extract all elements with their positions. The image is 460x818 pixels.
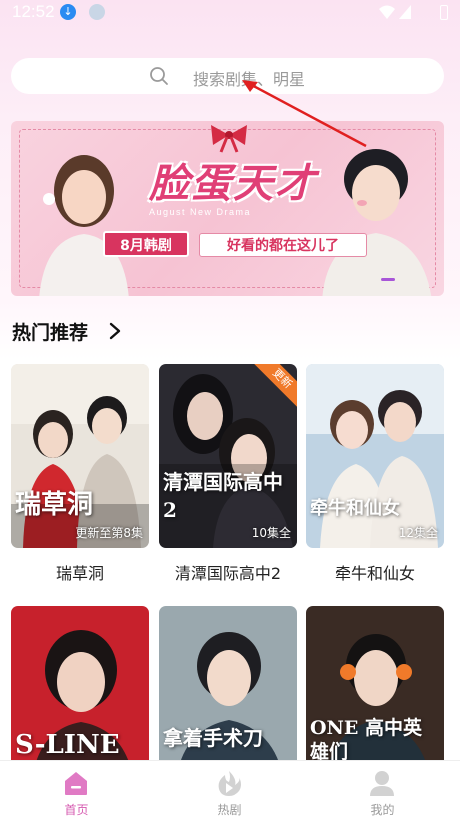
poster-image [306, 364, 444, 548]
search-placeholder: 搜索剧集、明星 [193, 70, 306, 89]
poster-title: ONE 高中英雄们 [310, 717, 423, 763]
banner-actress-image [39, 155, 129, 296]
status-bar: 12:52 ↓ [0, 0, 460, 26]
nav-home[interactable]: 首页 [0, 761, 153, 818]
poster-title: S-LINE [15, 730, 120, 760]
drama-poster[interactable]: 牵牛和仙女 12集全 [306, 364, 444, 548]
poster-title: 拿着手术刀 [163, 726, 263, 750]
search-icon [150, 67, 168, 85]
poster-title: 牵牛和仙女 [310, 498, 400, 519]
status-time: 12:52 [12, 2, 55, 21]
fire-icon [218, 771, 241, 796]
drama-title[interactable]: 牵牛和仙女 [306, 560, 444, 584]
home-icon [65, 772, 87, 795]
drama-title[interactable]: 清潭国际高中2 [159, 560, 297, 584]
nav-profile[interactable]: 我的 [306, 761, 459, 818]
section-title-hot[interactable]: 热门推荐 [12, 318, 88, 345]
download-icon: ↓ [60, 4, 76, 20]
nav-hot[interactable]: 热剧 [153, 761, 306, 818]
battery-icon [440, 5, 448, 20]
search-bar[interactable]: 搜索剧集、明星 [11, 58, 444, 94]
banner-tag-month: 8月韩剧 [103, 231, 189, 257]
drama-poster[interactable]: 瑞草洞 更新至第8集 [11, 364, 149, 548]
promo-banner[interactable]: 脸蛋天才 August New Drama 8月韩剧 好看的都在这儿了 [11, 121, 444, 296]
nav-home-label: 首页 [64, 803, 89, 817]
banner-subtitle: August New Drama [149, 207, 252, 217]
drama-poster[interactable]: 更新 清潭国际高中2 10集全 [159, 364, 297, 548]
signal-icon [399, 5, 411, 19]
app-notification-icon [89, 4, 105, 20]
bow-icon [211, 125, 247, 153]
nav-profile-label: 我的 [370, 803, 395, 817]
poster-title: 清潭国际高中2 [163, 470, 283, 522]
status-icons [378, 4, 448, 20]
bottom-navigation: 首页 热剧 我的 [0, 760, 460, 818]
poster-title: 瑞草洞 [15, 490, 94, 520]
banner-tag-slogan: 好看的都在这儿了 [199, 233, 367, 257]
episode-label: 10集全 [251, 526, 291, 540]
wifi-icon [379, 5, 395, 19]
banner-page-indicator [381, 278, 395, 281]
banner-title: 脸蛋天才 [149, 160, 317, 207]
chevron-right-icon[interactable] [108, 322, 122, 340]
episode-label: 更新至第8集 [75, 526, 143, 540]
nav-hot-label: 热剧 [217, 803, 242, 817]
profile-icon [370, 771, 394, 796]
episode-label: 12集全 [398, 526, 438, 540]
drama-title[interactable]: 瑞草洞 [11, 560, 149, 584]
